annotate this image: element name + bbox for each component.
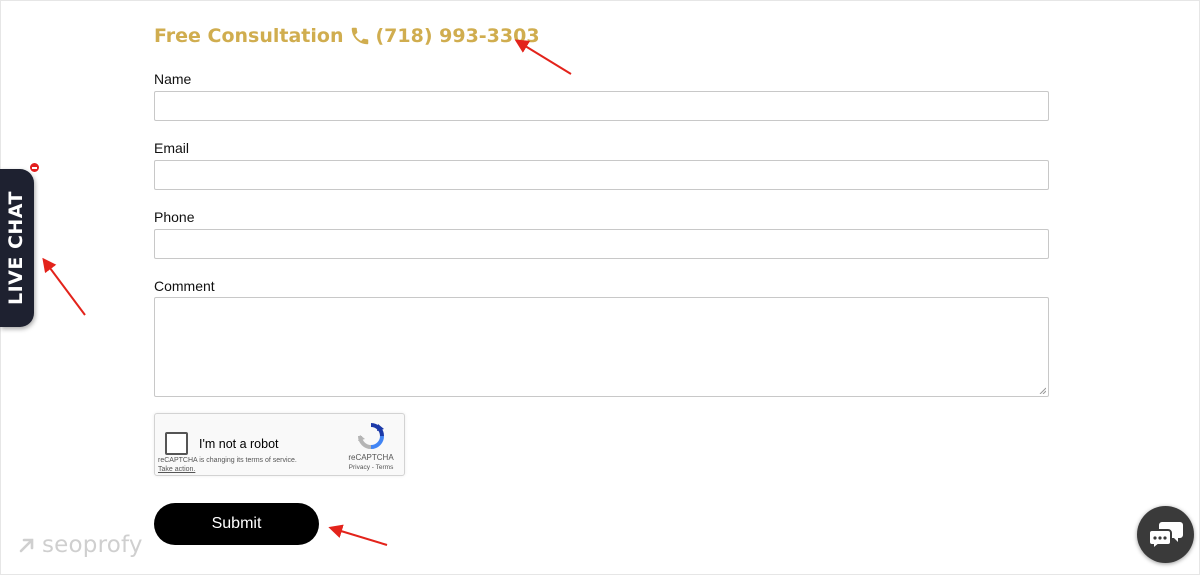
chat-widget-button[interactable] (1137, 506, 1194, 563)
recaptcha-label: I'm not a robot (199, 437, 279, 451)
recaptcha-take-action-link[interactable]: Take action. (158, 465, 297, 474)
watermark-text: seoprofy (42, 532, 143, 558)
name-input[interactable] (154, 91, 1049, 121)
phone-label: Phone (154, 209, 195, 225)
comment-label: Comment (154, 278, 215, 294)
recaptcha-privacy-terms[interactable]: Privacy - Terms (341, 464, 401, 471)
recaptcha-widget: I'm not a robot reCAPTCHA is changing it… (154, 413, 405, 476)
phone-input[interactable] (154, 229, 1049, 259)
chat-bubbles-icon (1147, 521, 1183, 550)
recaptcha-notice: reCAPTCHA is changing its terms of servi… (158, 456, 297, 474)
submit-button[interactable]: Submit (154, 503, 319, 545)
seoprofy-watermark: seoprofy (18, 532, 143, 558)
resize-handle-icon[interactable] (1039, 387, 1046, 394)
consultation-text: Free Consultation (154, 25, 344, 47)
phone-icon (349, 25, 371, 47)
live-chat-badge (29, 162, 40, 173)
comment-textarea[interactable] (154, 297, 1049, 397)
recaptcha-notice-text: reCAPTCHA is changing its terms of servi… (158, 457, 297, 464)
email-label: Email (154, 140, 190, 156)
recaptcha-logo-icon (358, 423, 384, 449)
name-label: Name (154, 71, 192, 87)
consultation-heading[interactable]: Free Consultation (718) 993-3303 (154, 22, 540, 50)
watermark-arrow-icon (19, 538, 34, 553)
email-input[interactable] (154, 160, 1049, 190)
live-chat-label: LIVE CHAT (5, 190, 27, 306)
phone-number-link[interactable]: (718) 993-3303 (375, 25, 539, 47)
recaptcha-brand: reCAPTCHA (348, 453, 394, 462)
recaptcha-checkbox[interactable] (165, 432, 188, 455)
